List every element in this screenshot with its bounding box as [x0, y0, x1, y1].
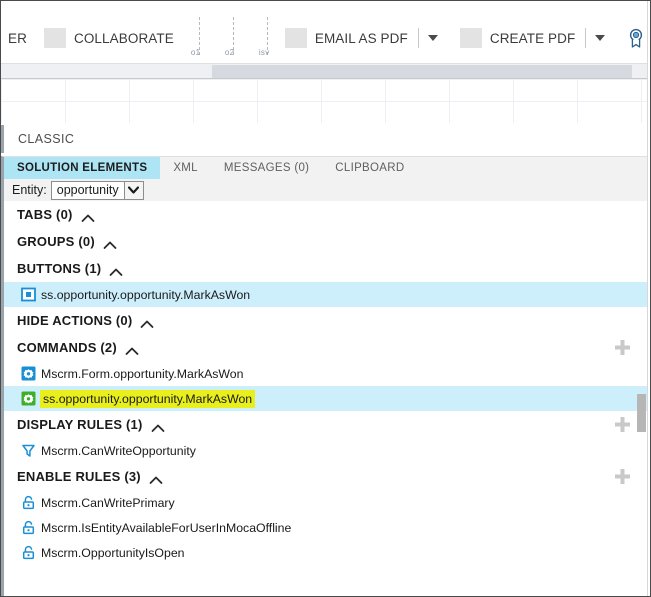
- tab-solution-elements-label: SOLUTION ELEMENTS: [17, 162, 148, 174]
- award-ribbon-icon: [630, 28, 643, 48]
- entity-dropdown-value: opportunity: [56, 183, 119, 197]
- divider-o2-label: o2: [224, 48, 235, 57]
- create-pdf-label: CREATE PDF: [489, 30, 576, 46]
- chevron-up-icon[interactable]: [149, 472, 163, 484]
- add-enable-rules-button[interactable]: [613, 467, 632, 486]
- vertical-scrollbar-thumb[interactable]: [637, 394, 646, 432]
- section-title-buttons: BUTTONS (1): [17, 261, 102, 276]
- classic-mode-bar: CLASSIC: [1, 125, 650, 153]
- create-pdf-chevron-down-icon[interactable]: [595, 35, 606, 41]
- list-item[interactable]: Mscrm.IsEntityAvailableForUserInMocaOffl…: [4, 515, 650, 540]
- section-title-groups: GROUPS (0): [17, 234, 95, 249]
- chevron-up-icon[interactable]: [125, 343, 139, 355]
- collaborate-label: COLLABORATE: [73, 30, 174, 46]
- tab-solution-elements[interactable]: SOLUTION ELEMENTS: [4, 157, 161, 179]
- chevron-up-icon[interactable]: [109, 264, 123, 276]
- create-pdf-button[interactable]: CREATE PDF: [454, 21, 616, 55]
- entity-dropdown-chevron-down-icon[interactable]: [123, 181, 143, 199]
- ribbon-divider-o2: o2: [225, 17, 234, 57]
- ribbon-divider-isv: isv: [259, 17, 269, 57]
- chevron-up-icon[interactable]: [103, 237, 117, 249]
- tab-strip: SOLUTION ELEMENTS XML MESSAGES (0) CLIPB…: [1, 156, 650, 179]
- ribbon-divider-o1: o1: [191, 17, 200, 57]
- classic-label: CLASSIC: [18, 132, 75, 146]
- add-commands-button[interactable]: [613, 338, 632, 357]
- list-item[interactable]: Mscrm.OpportunityIsOpen: [4, 540, 650, 565]
- command-icon-green: [21, 391, 36, 406]
- tab-clipboard-label: CLIPBOARD: [335, 162, 405, 174]
- solution-elements-panel: TABS (0) GROUPS (0) BUTTONS (1) ss.opportun…: [1, 201, 650, 596]
- list-item[interactable]: Mscrm.CanWriteOpportunity: [4, 438, 650, 463]
- tab-messages[interactable]: MESSAGES (0): [210, 157, 323, 179]
- grid-canvas-area: [1, 79, 650, 123]
- divider-isv-label: isv: [258, 48, 270, 57]
- list-item-label: Mscrm.Form.opportunity.MarkAsWon: [41, 366, 244, 381]
- list-item[interactable]: ss.opportunity.opportunity.MarkAsWon: [4, 282, 650, 307]
- section-title-tabs: TABS (0): [17, 207, 73, 222]
- email-as-pdf-button[interactable]: EMAIL AS PDF: [279, 21, 448, 55]
- vertical-scrollbar[interactable]: [637, 156, 646, 596]
- divider-o1-label: o1: [190, 48, 201, 57]
- horizontal-scrollbar-thumb[interactable]: [212, 65, 632, 78]
- create-pdf-icon: [459, 28, 482, 48]
- list-item-label: Mscrm.CanWritePrimary: [41, 495, 175, 510]
- lock-icon: [21, 545, 36, 560]
- list-item-label: Mscrm.OpportunityIsOpen: [41, 545, 185, 560]
- entity-dropdown[interactable]: opportunity: [50, 180, 144, 200]
- list-item[interactable]: Mscrm.Form.opportunity.MarkAsWon: [4, 361, 650, 386]
- section-header-tabs[interactable]: TABS (0): [4, 201, 650, 228]
- section-header-commands[interactable]: COMMANDS (2): [4, 334, 650, 361]
- list-item[interactable]: ss.opportunity.opportunity.MarkAsWon: [4, 386, 650, 411]
- add-display-rules-button[interactable]: [613, 415, 632, 434]
- entity-selector-row: Entity: opportunity: [1, 179, 650, 201]
- section-header-hide-actions[interactable]: HIDE ACTIONS (0): [4, 307, 650, 334]
- list-item-label: ss.opportunity.opportunity.MarkAsWon: [41, 390, 255, 407]
- chevron-up-icon[interactable]: [81, 210, 95, 222]
- section-title-hide-actions: HIDE ACTIONS (0): [17, 313, 133, 328]
- command-icon-blue: [21, 366, 36, 381]
- section-title-commands: COMMANDS (2): [17, 340, 117, 355]
- ribbon-toolbar: ER COLLABORATE o1 o2 isv EMAIL AS PDF CR…: [1, 9, 650, 64]
- ribbon-partial-label: ER: [1, 21, 38, 55]
- chevron-up-icon[interactable]: [151, 420, 165, 432]
- list-item-label: Mscrm.CanWriteOpportunity: [41, 443, 196, 458]
- right-edge-border: [647, 1, 650, 596]
- entity-label: Entity:: [12, 183, 47, 197]
- list-item-label: Mscrm.IsEntityAvailableForUserInMocaOffl…: [41, 520, 292, 535]
- list-item-label: ss.opportunity.opportunity.MarkAsWon: [41, 287, 251, 302]
- section-header-buttons[interactable]: BUTTONS (1): [4, 255, 650, 282]
- section-title-enable-rules: ENABLE RULES (3): [17, 469, 141, 484]
- horizontal-scrollbar[interactable]: [1, 64, 650, 79]
- chevron-up-icon[interactable]: [140, 316, 154, 328]
- email-as-pdf-chevron-down-icon[interactable]: [427, 35, 438, 41]
- section-header-groups[interactable]: GROUPS (0): [4, 228, 650, 255]
- section-header-enable-rules[interactable]: ENABLE RULES (3): [4, 463, 650, 490]
- tab-messages-label: MESSAGES (0): [223, 162, 310, 174]
- section-header-display-rules[interactable]: DISPLAY RULES (1): [4, 411, 650, 438]
- tab-xml-label: XML: [173, 162, 198, 174]
- tab-clipboard[interactable]: CLIPBOARD: [322, 157, 418, 179]
- create-pdf-separator: [585, 28, 587, 48]
- ribbon-partial-text: ER: [8, 30, 27, 46]
- button-icon: [21, 287, 36, 302]
- lock-icon: [21, 495, 36, 510]
- collaborate-button[interactable]: COLLABORATE: [38, 21, 185, 55]
- section-title-display-rules: DISPLAY RULES (1): [17, 417, 143, 432]
- email-as-pdf-label: EMAIL AS PDF: [314, 30, 408, 46]
- collaborate-icon: [43, 28, 66, 48]
- email-as-pdf-separator: [417, 28, 419, 48]
- filter-icon: [21, 443, 36, 458]
- email-as-pdf-icon: [284, 28, 307, 48]
- list-item[interactable]: Mscrm.CanWritePrimary: [4, 490, 650, 515]
- tab-xml[interactable]: XML: [160, 157, 211, 179]
- lock-icon: [21, 520, 36, 535]
- application-window: ER COLLABORATE o1 o2 isv EMAIL AS PDF CR…: [0, 0, 651, 597]
